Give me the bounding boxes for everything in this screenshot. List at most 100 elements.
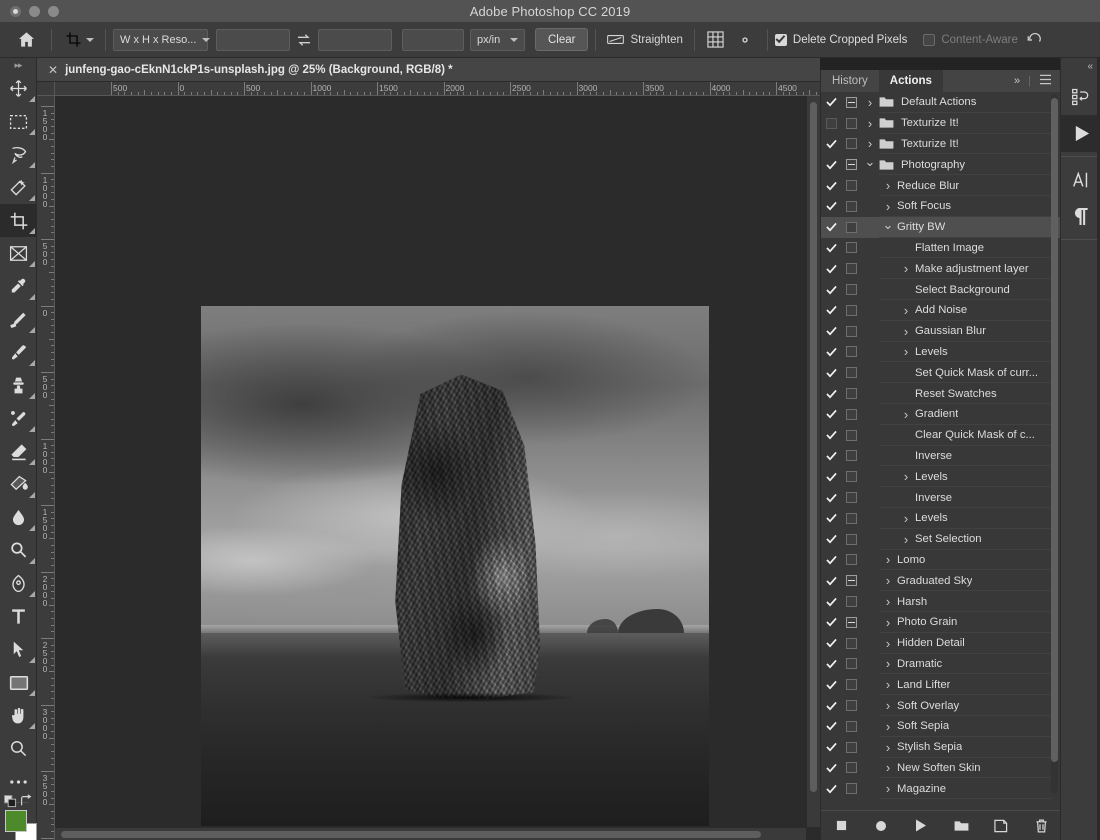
action-toggle-checkbox[interactable] (821, 597, 841, 607)
action-dialog-toggle[interactable] (841, 304, 861, 316)
action-toggle-checkbox[interactable] (821, 389, 841, 399)
action-dialog-toggle[interactable] (841, 533, 861, 545)
chevron-right-icon[interactable] (897, 512, 915, 525)
action-toggle-checkbox[interactable] (821, 617, 841, 627)
action-toggle-checkbox[interactable] (821, 513, 841, 523)
action-toggle-checkbox[interactable] (821, 451, 841, 461)
chevron-right-icon[interactable] (879, 657, 897, 670)
chevron-right-icon[interactable] (879, 720, 897, 733)
scrollbar-thumb[interactable] (810, 102, 817, 792)
action-dialog-toggle[interactable] (841, 637, 861, 649)
zoom-tool[interactable] (0, 732, 37, 765)
rectangle-tool[interactable] (0, 666, 37, 699)
actions-list[interactable]: Default Actions Texturize It! Texturize It… (821, 92, 1061, 810)
panel-menu-icon[interactable] (1039, 74, 1052, 88)
action-toggle-checkbox[interactable] (821, 638, 841, 648)
action-dialog-toggle[interactable] (841, 492, 861, 504)
action-toggle-checkbox[interactable] (821, 555, 841, 565)
action-dialog-toggle[interactable] (841, 117, 861, 129)
chevron-right-icon[interactable] (879, 574, 897, 587)
chevron-right-icon[interactable] (897, 325, 915, 338)
chevron-right-icon[interactable] (897, 470, 915, 483)
blur-tool[interactable] (0, 501, 37, 534)
chevron-right-icon[interactable] (879, 699, 897, 712)
action-dialog-toggle[interactable] (841, 180, 861, 192)
gear-icon[interactable] (730, 32, 760, 48)
vertical-ruler[interactable]: 1500100050005001000150020002500300035004… (37, 96, 55, 840)
new-set-button[interactable] (952, 817, 970, 835)
action-row[interactable]: Soft Sepia (821, 716, 1061, 737)
crop-tool[interactable] (0, 204, 37, 237)
action-row[interactable]: Land Lifter (821, 674, 1061, 696)
action-dialog-toggle[interactable] (841, 700, 861, 711)
action-dialog-toggle[interactable] (841, 346, 861, 358)
action-toggle-checkbox[interactable] (821, 472, 841, 482)
action-toggle-checkbox[interactable] (821, 659, 841, 669)
action-toggle-checkbox[interactable] (821, 701, 841, 711)
action-toggle-checkbox[interactable] (821, 222, 841, 232)
brush-tool[interactable] (0, 336, 37, 369)
crop-ratio-select[interactable]: W x H x Reso... (113, 28, 211, 51)
dodge-tool[interactable] (0, 534, 37, 567)
action-dialog-toggle[interactable] (841, 679, 861, 691)
action-row[interactable]: Gradient (821, 404, 1061, 425)
move-tool[interactable] (0, 72, 37, 105)
action-row[interactable]: Harsh (821, 591, 1061, 612)
action-row[interactable]: Select Background (821, 279, 1061, 300)
chevron-right-icon[interactable] (879, 761, 897, 774)
action-row[interactable]: Gaussian Blur (821, 321, 1061, 342)
document-image[interactable] (201, 306, 709, 826)
action-row[interactable]: Inverse (821, 487, 1061, 508)
healing-brush-tool[interactable] (0, 303, 37, 336)
reset-icon[interactable] (1018, 31, 1052, 49)
action-row[interactable]: Levels (821, 466, 1061, 488)
active-tool-preset[interactable] (59, 28, 98, 52)
close-icon[interactable]: ✕ (48, 64, 58, 76)
action-dialog-toggle[interactable] (841, 200, 861, 212)
scrollbar-thumb[interactable] (61, 831, 761, 838)
action-dialog-toggle[interactable] (841, 616, 861, 628)
action-row[interactable]: Flatten Image (821, 238, 1061, 259)
action-row[interactable]: Add Noise (821, 300, 1061, 321)
eraser-tool[interactable] (0, 435, 37, 468)
chevron-right-icon[interactable] (879, 200, 897, 213)
action-row[interactable]: Magazine (821, 778, 1061, 800)
action-dialog-toggle[interactable] (841, 512, 861, 524)
action-dialog-toggle[interactable] (841, 575, 861, 587)
paragraph-panel-button[interactable] (1061, 198, 1100, 235)
quick-selection-tool[interactable] (0, 171, 37, 204)
action-row[interactable]: Make adjustment layer (821, 258, 1061, 280)
chevron-down-icon[interactable] (861, 158, 879, 171)
chevron-right-icon[interactable] (897, 533, 915, 546)
action-row[interactable]: Gritty BW (821, 216, 1061, 238)
action-toggle-checkbox[interactable] (821, 493, 841, 503)
action-toggle-checkbox[interactable] (821, 305, 841, 315)
action-row[interactable]: Texturize It! (821, 134, 1061, 155)
history-brush-tool[interactable] (0, 402, 37, 435)
action-row[interactable]: Hidden Detail (821, 633, 1061, 654)
action-toggle-checkbox[interactable] (821, 409, 841, 419)
action-toggle-checkbox[interactable] (821, 784, 841, 794)
chevron-right-icon[interactable] (861, 96, 879, 109)
action-row[interactable]: Soft Overlay (821, 695, 1061, 716)
action-toggle-checkbox[interactable] (821, 243, 841, 253)
action-row[interactable]: Soft Focus (821, 196, 1061, 217)
chevron-right-icon[interactable] (861, 117, 879, 130)
frame-tool[interactable] (0, 237, 37, 270)
action-dialog-toggle[interactable] (841, 408, 861, 420)
action-row[interactable]: Clear Quick Mask of c... (821, 425, 1061, 446)
action-dialog-toggle[interactable] (841, 96, 861, 108)
horizontal-scrollbar[interactable] (55, 827, 806, 840)
action-dialog-toggle[interactable] (841, 762, 861, 774)
action-dialog-toggle[interactable] (841, 325, 861, 337)
action-dialog-toggle[interactable] (841, 450, 861, 462)
crop-height-input[interactable] (318, 28, 392, 51)
stop-button[interactable] (832, 817, 850, 835)
panel-scrollbar[interactable] (1051, 94, 1058, 794)
chevron-right-icon[interactable] (879, 678, 897, 691)
delete-button[interactable] (1032, 817, 1050, 835)
action-row[interactable]: Texturize It! (821, 113, 1061, 134)
clone-stamp-tool[interactable] (0, 369, 37, 402)
chevron-double-right-icon[interactable]: » (1014, 75, 1020, 87)
action-dialog-toggle[interactable] (841, 741, 861, 753)
